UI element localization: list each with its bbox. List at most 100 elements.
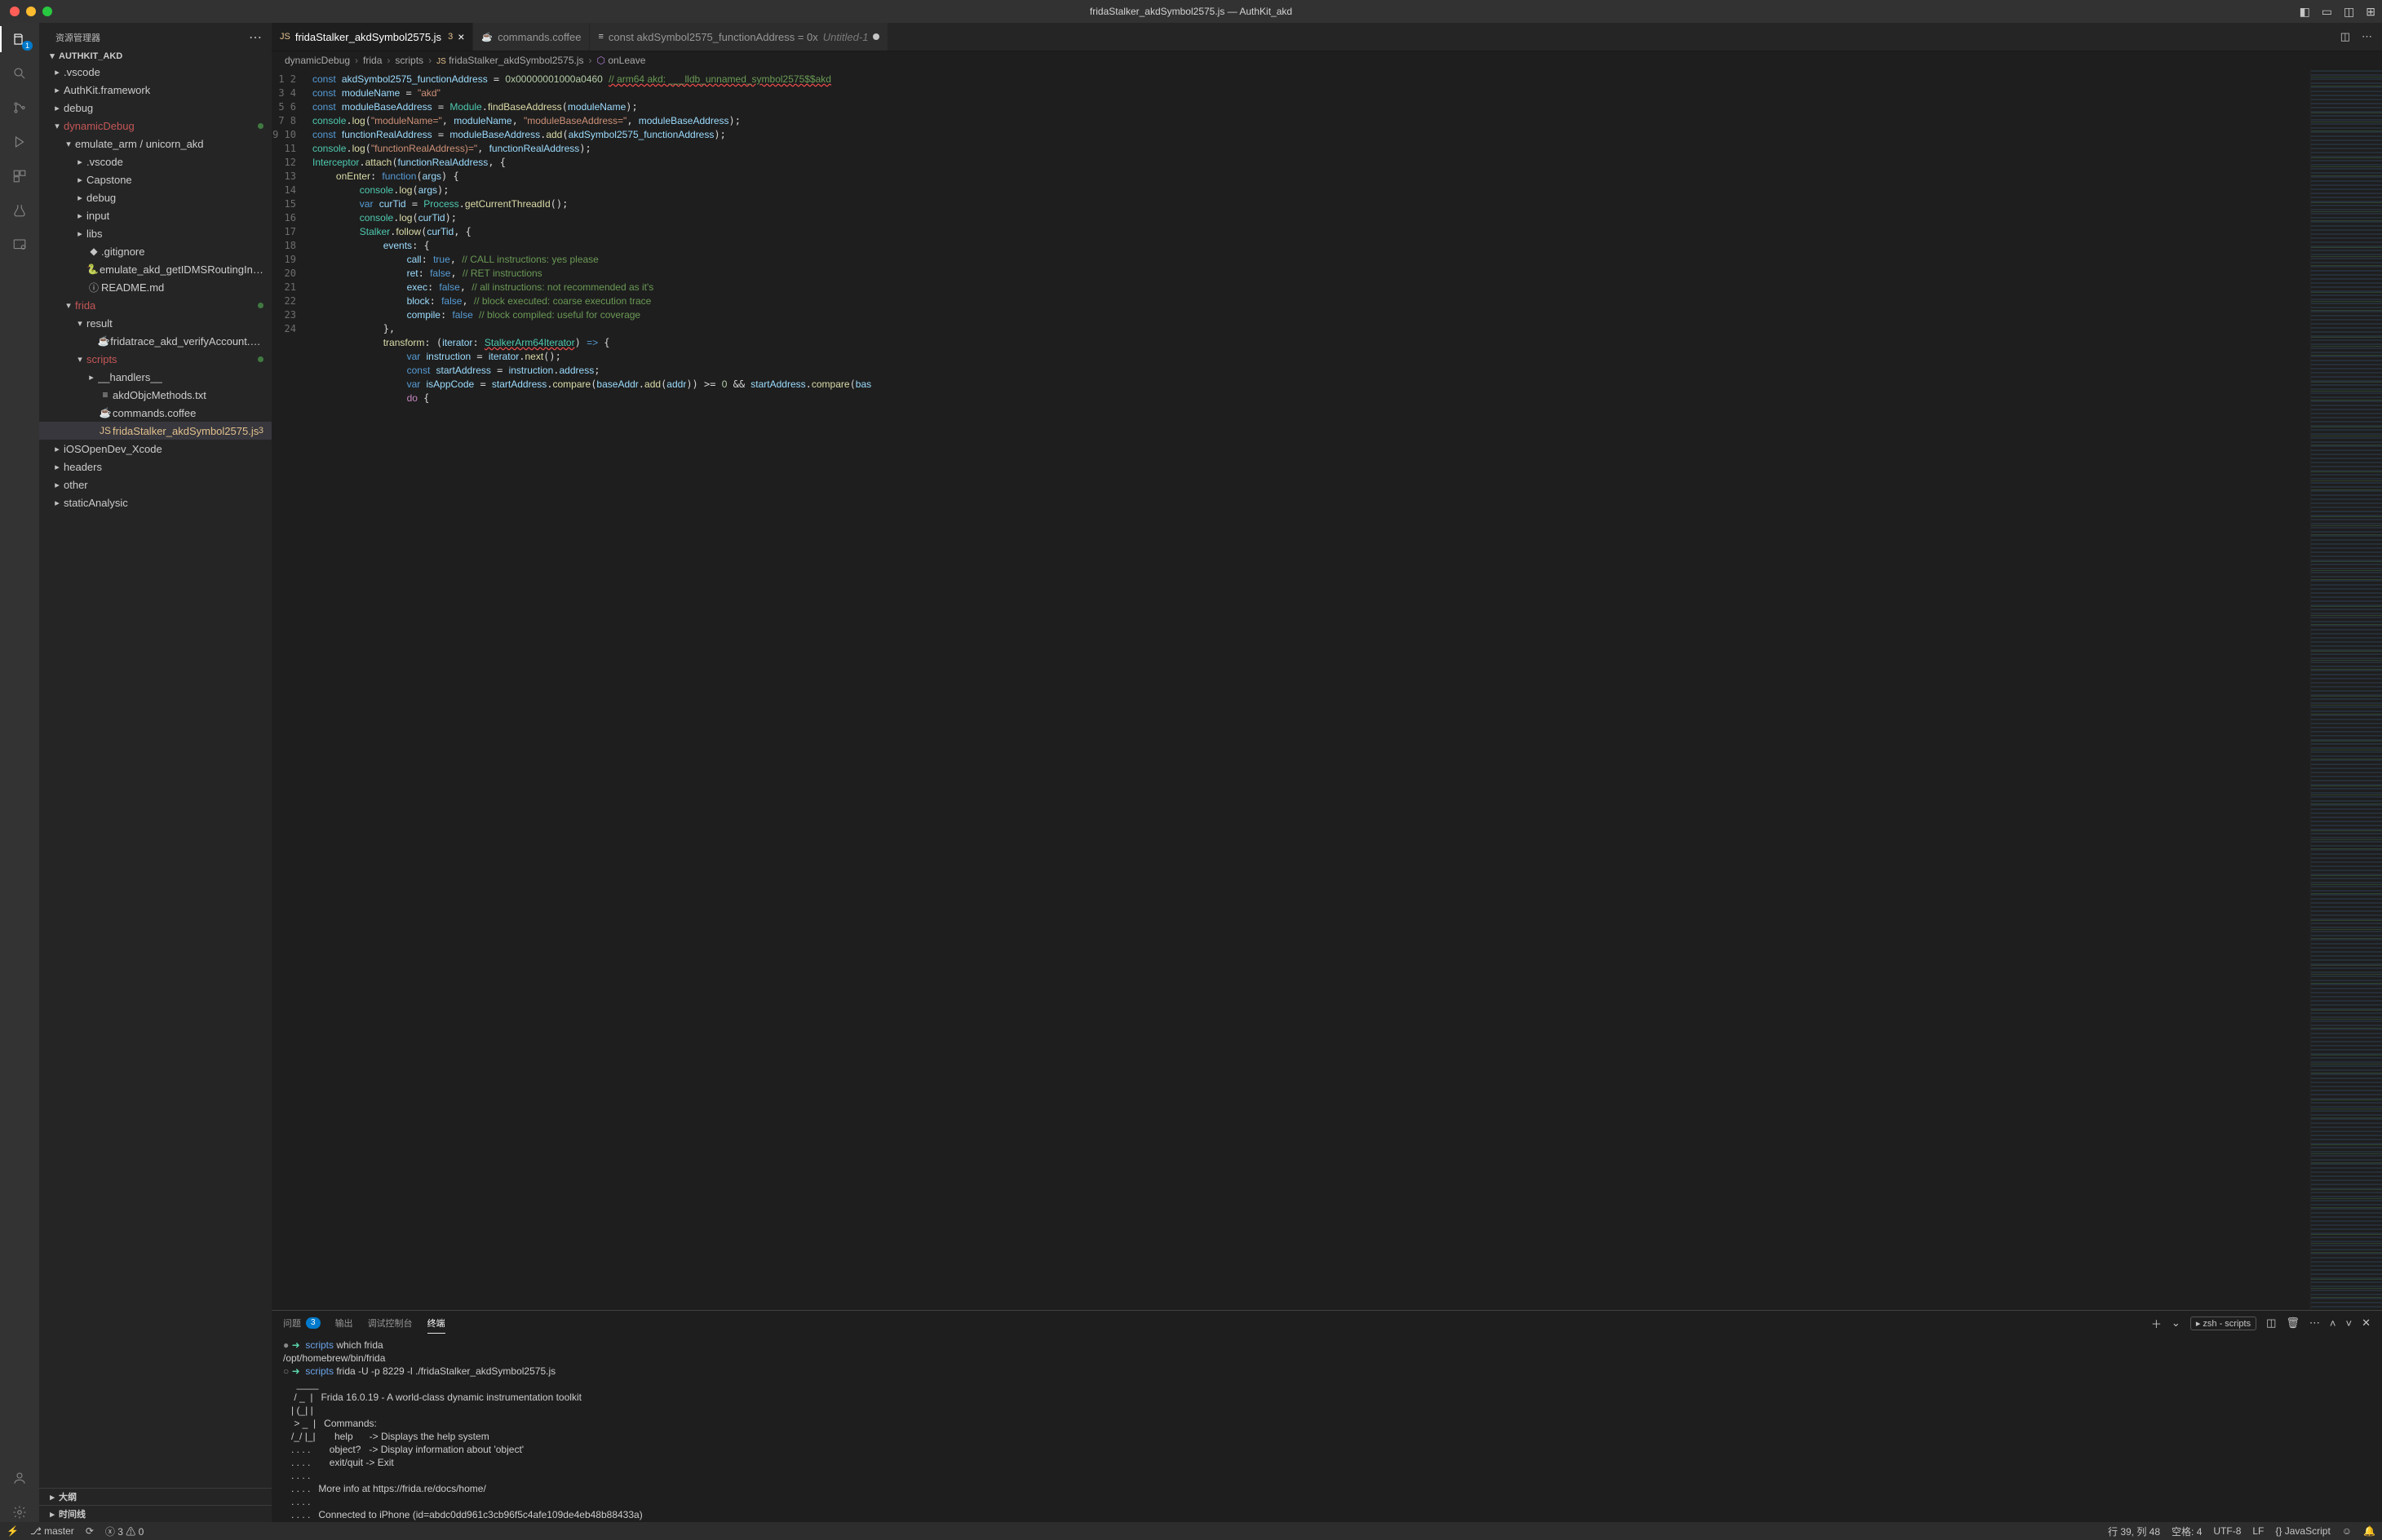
folder-item[interactable]: ▸staticAnalysic (39, 493, 272, 511)
editor-tab[interactable]: ≡const akdSymbol2575_functionAddress = 0… (590, 23, 888, 51)
search-icon[interactable] (10, 64, 29, 83)
settings-gear-icon[interactable] (10, 1502, 29, 1522)
folder-item[interactable]: ▸other (39, 476, 272, 493)
file-item[interactable]: ☕fridatrace_akd_verifyAccount.coffee (39, 332, 272, 350)
line-gutter: 1 2 3 4 5 6 7 8 9 10 11 12 13 14 15 16 1… (272, 69, 306, 1310)
editor-tab[interactable]: JSfridaStalker_akdSymbol2575.js3× (272, 23, 473, 51)
folder-item[interactable]: ▸.vscode (39, 153, 272, 170)
folder-item[interactable]: ▸headers (39, 458, 272, 476)
code-area[interactable]: const akdSymbol2575_functionAddress = 0x… (306, 69, 2310, 1310)
folder-item[interactable]: ▾result (39, 314, 272, 332)
encoding[interactable]: UTF-8 (2213, 1525, 2241, 1537)
accounts-icon[interactable] (10, 1468, 29, 1488)
item-label: .vscode (64, 66, 100, 78)
extensions-icon[interactable] (10, 166, 29, 186)
explorer-icon[interactable]: 1 (10, 29, 29, 49)
tab-output[interactable]: 输出 (335, 1317, 353, 1330)
tab-close-icon[interactable]: × (458, 30, 464, 43)
item-label: .gitignore (101, 246, 144, 258)
language-mode[interactable]: {} JavaScript (2275, 1525, 2330, 1537)
panel-more-icon[interactable]: ⋯ (2309, 1317, 2320, 1330)
breadcrumb[interactable]: dynamicDebug›frida›scripts›JS fridaStalk… (272, 51, 2382, 69)
tab-problems[interactable]: 问题3 (283, 1317, 321, 1330)
feedback-icon[interactable]: ☺ (2342, 1525, 2352, 1537)
terminal-dropdown-icon[interactable]: ⌄ (2172, 1317, 2181, 1330)
breadcrumb-item[interactable]: scripts (395, 55, 423, 66)
tab-terminal[interactable]: 终端 (427, 1317, 445, 1334)
item-label: README.md (101, 281, 164, 294)
editor[interactable]: 1 2 3 4 5 6 7 8 9 10 11 12 13 14 15 16 1… (272, 69, 2382, 1310)
git-branch[interactable]: ⎇ master (30, 1525, 74, 1537)
tab-file-icon: ≡ (598, 32, 603, 42)
terminal-selector[interactable]: ▸ zsh - scripts (2190, 1317, 2256, 1330)
timeline-section[interactable]: ▸时间线 (39, 1505, 272, 1522)
sidebar-more-icon[interactable]: ⋯ (249, 29, 262, 46)
workspace-header[interactable]: ▾AUTHKIT_AKD (39, 49, 272, 63)
eol[interactable]: LF (2252, 1525, 2264, 1537)
outline-section[interactable]: ▸大纲 (39, 1488, 272, 1505)
dirty-dot-icon (258, 356, 263, 362)
status-problems[interactable]: ⓧ 3 ⚠ 0 (105, 1525, 144, 1538)
more-actions-icon[interactable]: ⋯ (2362, 30, 2372, 43)
kill-terminal-icon[interactable]: 🗑 (2286, 1317, 2300, 1330)
cursor-position[interactable]: 行 39, 列 48 (2108, 1525, 2160, 1538)
sidebar-title: 资源管理器 (55, 31, 100, 44)
terminal-line: ____ (283, 1378, 2371, 1391)
remote-icon[interactable] (10, 235, 29, 254)
folder-item[interactable]: ▸Capstone (39, 170, 272, 188)
file-item[interactable]: 🐍emulate_akd_getIDMSRoutingInfo.py (39, 260, 272, 278)
item-label: libs (86, 228, 103, 240)
run-debug-icon[interactable] (10, 132, 29, 152)
notifications-icon[interactable]: 🔔 (2363, 1525, 2375, 1537)
source-control-icon[interactable] (10, 98, 29, 117)
folder-item[interactable]: ▾dynamicDebug (39, 117, 272, 135)
folder-item[interactable]: ▸debug (39, 188, 272, 206)
folder-item[interactable]: ▸input (39, 206, 272, 224)
new-terminal-icon[interactable]: ＋ (2151, 1316, 2162, 1331)
file-item[interactable]: ◆.gitignore (39, 242, 272, 260)
terminal-output[interactable]: ● ➜ scripts which frida/opt/homebrew/bin… (272, 1335, 2382, 1522)
folder-item[interactable]: ▸libs (39, 224, 272, 242)
tab-debug-console[interactable]: 调试控制台 (368, 1317, 413, 1330)
split-terminal-icon[interactable]: ◫ (2266, 1317, 2276, 1330)
layout-icon[interactable]: ◧ (2300, 5, 2310, 19)
folder-item[interactable]: ▸__handlers__ (39, 368, 272, 386)
panel-collapse-icon[interactable]: ˅ (2346, 1317, 2353, 1330)
terminal-line: . . . . (283, 1495, 2371, 1508)
status-bar: ⚡ ⎇ master ⟳ ⓧ 3 ⚠ 0 行 39, 列 48 空格: 4 UT… (0, 1522, 2382, 1540)
terminal-line: . . . . exit/quit -> Exit (283, 1456, 2371, 1469)
folder-item[interactable]: ▾emulate_arm / unicorn_akd (39, 135, 272, 153)
dirty-dot-icon (258, 303, 263, 308)
panel-maximize-icon[interactable]: ˄ (2330, 1317, 2336, 1330)
customize-icon[interactable]: ⊞ (2366, 5, 2375, 19)
folder-item[interactable]: ▾frida (39, 296, 272, 314)
editor-tab[interactable]: ☕commands.coffee (473, 23, 590, 51)
folder-item[interactable]: ▸iOSOpenDev_Xcode (39, 440, 272, 458)
remote-indicator[interactable]: ⚡ (7, 1525, 19, 1537)
chevron-icon: ▸ (85, 372, 98, 383)
file-item[interactable]: ☕commands.coffee (39, 404, 272, 422)
panel-close-icon[interactable]: ✕ (2362, 1317, 2371, 1330)
folder-item[interactable]: ▸AuthKit.framework (39, 81, 272, 99)
tab-file-icon: ☕ (481, 32, 493, 42)
split-editor-icon[interactable]: ◫ (2340, 30, 2350, 43)
folder-item[interactable]: ▸debug (39, 99, 272, 117)
breadcrumb-item[interactable]: frida (363, 55, 382, 66)
breadcrumb-item[interactable]: ⬡ onLeave (597, 55, 646, 66)
breadcrumb-item[interactable]: JS fridaStalker_akdSymbol2575.js (436, 55, 583, 66)
panel-icon[interactable]: ▭ (2322, 5, 2332, 19)
folder-item[interactable]: ▾scripts (39, 350, 272, 368)
split-icon[interactable]: ◫ (2344, 5, 2354, 19)
minimap[interactable] (2310, 69, 2382, 1310)
file-icon: JS (98, 425, 113, 436)
chevron-icon: ▸ (51, 103, 64, 113)
git-sync[interactable]: ⟳ (86, 1525, 94, 1537)
file-item[interactable]: ≡akdObjcMethods.txt (39, 386, 272, 404)
terminal-line: / _ | Frida 16.0.19 - A world-class dyna… (283, 1391, 2371, 1404)
file-item[interactable]: JSfridaStalker_akdSymbol2575.js3 (39, 422, 272, 440)
folder-item[interactable]: ▸.vscode (39, 63, 272, 81)
file-item[interactable]: ⓘREADME.md (39, 278, 272, 296)
indent-setting[interactable]: 空格: 4 (2172, 1525, 2202, 1538)
breadcrumb-item[interactable]: dynamicDebug (285, 55, 350, 66)
testing-icon[interactable] (10, 201, 29, 220)
